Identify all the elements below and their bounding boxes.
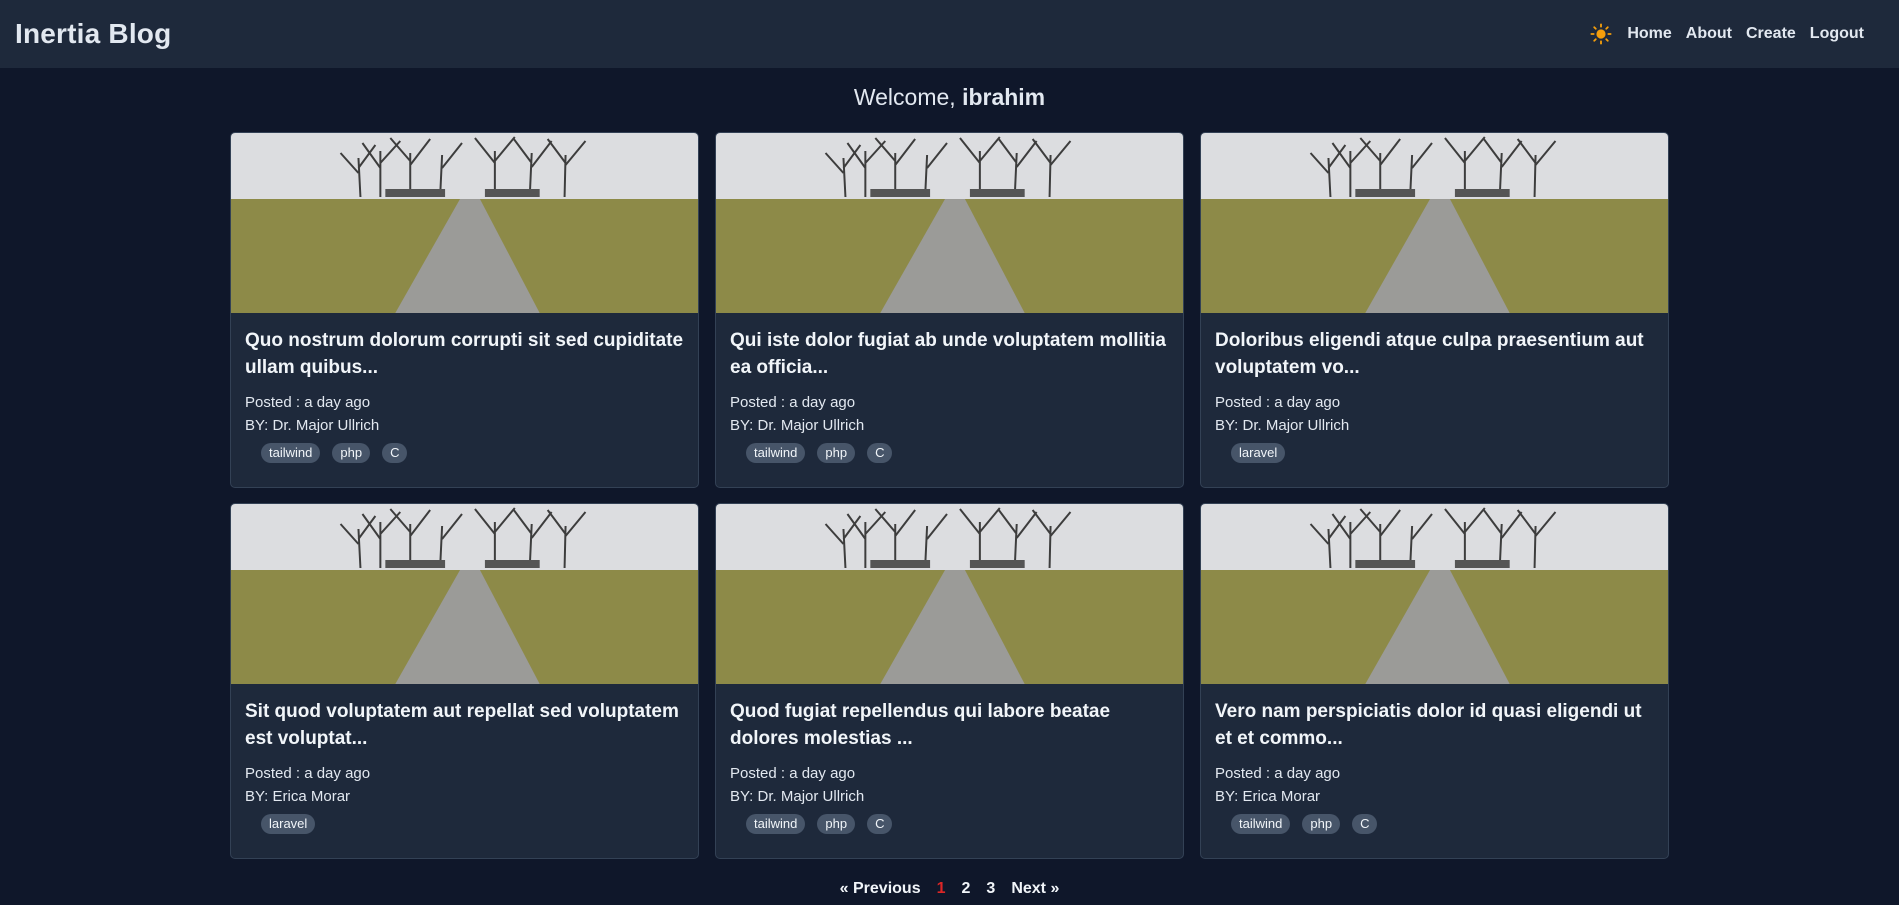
nav-about-link[interactable]: About [1686, 25, 1732, 43]
theme-toggle-button[interactable] [1589, 22, 1613, 46]
post-date: Posted : a day ago [1215, 394, 1341, 411]
post-author: BY: Erica Morar [245, 788, 351, 805]
nav-create-link[interactable]: Create [1746, 25, 1796, 43]
nav-logout-link[interactable]: Logout [1810, 25, 1864, 43]
tag-badge[interactable]: tailwind [1231, 814, 1291, 834]
brand-title[interactable]: Inertia Blog [15, 18, 171, 50]
tag-badge[interactable]: php [817, 814, 856, 834]
post-card-body: Sit quod voluptatem aut repellat sed vol… [231, 684, 698, 834]
post-title[interactable]: Vero nam perspiciatis dolor id quasi eli… [1215, 698, 1654, 752]
pagination-page-2[interactable]: 2 [962, 880, 971, 898]
post-title[interactable]: Quod fugiat repellendus qui labore beata… [730, 698, 1169, 752]
post-author: BY: Dr. Major Ullrich [1215, 417, 1350, 434]
tag-badge[interactable]: laravel [1231, 443, 1286, 463]
pagination-page-3[interactable]: 3 [986, 880, 995, 898]
tag-badge[interactable]: C [867, 443, 893, 463]
post-card-1[interactable]: Quo nostrum dolorum corrupti sit sed cup… [230, 132, 699, 488]
post-author: BY: Erica Morar [1215, 788, 1321, 805]
post-card-2[interactable]: Qui iste dolor fugiat ab unde voluptatem… [715, 132, 1184, 488]
post-card-6[interactable]: Vero nam perspiciatis dolor id quasi eli… [1200, 503, 1669, 859]
post-card-body: Quod fugiat repellendus qui labore beata… [716, 684, 1183, 834]
post-thumbnail-image [1201, 504, 1668, 684]
post-title[interactable]: Quo nostrum dolorum corrupti sit sed cup… [245, 327, 684, 381]
welcome-prefix: Welcome, [853, 84, 963, 110]
post-date: Posted : a day ago [245, 394, 371, 411]
post-date: Posted : a day ago [730, 394, 856, 411]
sun-icon [1590, 23, 1612, 45]
tag-badge[interactable]: php [332, 443, 371, 463]
tag-badge[interactable]: tailwind [261, 443, 321, 463]
post-tags: tailwind php C [730, 814, 1169, 834]
post-tags: laravel [1215, 443, 1654, 463]
tag-badge[interactable]: laravel [261, 814, 316, 834]
post-card-body: Quo nostrum dolorum corrupti sit sed cup… [231, 313, 698, 463]
post-card-4[interactable]: Sit quod voluptatem aut repellat sed vol… [230, 503, 699, 859]
post-date: Posted : a day ago [245, 765, 371, 782]
post-title[interactable]: Sit quod voluptatem aut repellat sed vol… [245, 698, 684, 752]
post-thumbnail-image [231, 133, 698, 313]
tag-badge[interactable]: php [817, 443, 856, 463]
pagination: « Previous 1 2 3 Next » [0, 880, 1899, 898]
post-card-body: Qui iste dolor fugiat ab unde voluptatem… [716, 313, 1183, 463]
tag-badge[interactable]: tailwind [746, 443, 806, 463]
post-title[interactable]: Doloribus eligendi atque culpa praesenti… [1215, 327, 1654, 381]
post-date: Posted : a day ago [1215, 765, 1341, 782]
post-card-3[interactable]: Doloribus eligendi atque culpa praesenti… [1200, 132, 1669, 488]
post-title[interactable]: Qui iste dolor fugiat ab unde voluptatem… [730, 327, 1169, 381]
post-tags: tailwind php C [730, 443, 1169, 463]
post-thumbnail-image [231, 504, 698, 684]
post-author: BY: Dr. Major Ullrich [730, 417, 865, 434]
post-card-body: Vero nam perspiciatis dolor id quasi eli… [1201, 684, 1668, 834]
post-tags: tailwind php C [1215, 814, 1654, 834]
welcome-username: ibrahim [962, 84, 1046, 110]
tag-badge[interactable]: php [1302, 814, 1341, 834]
pagination-page-1[interactable]: 1 [937, 880, 946, 898]
post-author: BY: Dr. Major Ullrich [245, 417, 380, 434]
pagination-next[interactable]: Next » [1011, 880, 1059, 898]
pagination-previous[interactable]: « Previous [840, 880, 921, 898]
post-thumbnail-image [1201, 133, 1668, 313]
post-author: BY: Dr. Major Ullrich [730, 788, 865, 805]
post-card-body: Doloribus eligendi atque culpa praesenti… [1201, 313, 1668, 463]
post-tags: laravel [245, 814, 684, 834]
nav-links: Home About Create Logout [1589, 22, 1884, 46]
post-grid: Quo nostrum dolorum corrupti sit sed cup… [230, 132, 1670, 859]
post-card-5[interactable]: Quod fugiat repellendus qui labore beata… [715, 503, 1184, 859]
nav-home-link[interactable]: Home [1627, 25, 1671, 43]
tag-badge[interactable]: tailwind [746, 814, 806, 834]
welcome-heading: Welcome, ibrahim [0, 84, 1899, 111]
tag-badge[interactable]: C [382, 443, 408, 463]
post-thumbnail-image [716, 504, 1183, 684]
top-navbar: Inertia Blog Home About Create Logout [0, 0, 1899, 68]
tag-badge[interactable]: C [1352, 814, 1378, 834]
post-date: Posted : a day ago [730, 765, 856, 782]
post-tags: tailwind php C [245, 443, 684, 463]
post-thumbnail-image [716, 133, 1183, 313]
tag-badge[interactable]: C [867, 814, 893, 834]
